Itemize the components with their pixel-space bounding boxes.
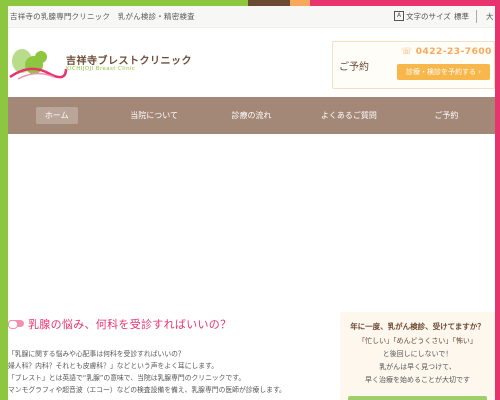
top-bar: 吉祥寺の乳腺専門クリニック 乳がん検診・精密検査 A 文字のサイズ 標準 大 (8, 6, 495, 28)
nav-item-about[interactable]: 当院について (105, 97, 202, 134)
chevron-right-icon: › (478, 68, 482, 76)
site-tagline: 吉祥寺の乳腺専門クリニック 乳がん検診・精密検査 (10, 12, 195, 21)
nav-item-faq[interactable]: よくあるご質問 (300, 97, 397, 134)
font-divider (476, 10, 477, 23)
font-size-label: 文字のサイズ (406, 12, 451, 21)
promo-line: 「忙しい」「めんどうくさい」「怖い」 (358, 337, 477, 345)
nav-item-label: ご予約 (434, 111, 459, 120)
nav-item-label: よくあるご質問 (320, 111, 377, 120)
pill-icon (8, 320, 24, 329)
nav-item-reservation[interactable]: ご予約 (398, 97, 495, 134)
promo-line: と後回しにしないで！ (382, 350, 453, 358)
nav-item-home[interactable]: ホーム (8, 97, 105, 134)
hero-area (8, 134, 495, 284)
reservation-label: ご予約 (339, 62, 369, 73)
brand-name-en: KICHIJOJI Breast Clinic (66, 66, 136, 72)
reservation-box: ご予約 ☏ 0422-23-7600 診療・検診を予約する › (332, 41, 495, 89)
reservation-button-label: 診療・検診を予約する (405, 68, 476, 76)
nav-item-flow[interactable]: 診療の流れ (203, 97, 300, 134)
nav-item-label: 診療の流れ (231, 111, 272, 120)
promo-line: 早く治療を始めることが大切です (365, 376, 470, 384)
main-nav: ホーム 当院について 診療の流れ よくあるご質問 ご予約 (8, 97, 495, 134)
nav-item-label: ホーム (35, 107, 78, 124)
section-heading-text: 乳腺の悩み、何科を受診すればいいの？ (28, 318, 232, 331)
promo-title: 年に一度、乳がん検診、受けてますか？ (350, 322, 485, 331)
checkup-promo-box: 年に一度、乳がん検診、受けてますか？ 「忙しい」「めんどうくさい」「怖い」 と後… (340, 312, 495, 400)
site-header: 吉祥寺ブレストクリニック KICHIJOJI Breast Clinic ご予約… (8, 29, 495, 97)
phone-number[interactable]: ☏ 0422-23-7600 (401, 47, 492, 57)
section-heading: 乳腺の悩み、何科を受診すればいいの？ (8, 316, 231, 332)
main-content: 乳腺の悩み、何科を受診すればいいの？ 「乳腺に関する悩みや心配事は何科を受診すれ… (8, 305, 340, 400)
font-standard-button[interactable]: 標準 (454, 11, 469, 22)
right-accent-bar (495, 0, 500, 400)
paragraph-line: マンモグラフィや超音波（エコー）などの検査設備を備え、乳腺専門の医師が診療します… (8, 386, 286, 394)
paragraph-line: 「ブレスト」とは英語で“乳腺”の意味で、当院は乳腺専門のクリニックです。 (8, 374, 246, 382)
paragraph-line: 「乳腺に関する悩みや心配事は何科を受診すればいいの？ (8, 350, 185, 358)
page: 吉祥寺の乳腺専門クリニック 乳がん検診・精密検査 A 文字のサイズ 標準 大 吉… (0, 0, 500, 400)
font-size-icon: A (394, 11, 404, 21)
nav-item-label: 当院について (130, 111, 178, 120)
promo-line: 乳がんは早く見つけて、 (379, 363, 456, 371)
paragraph-line: 婦人科？内科？それとも皮膚科？」などという声をよく耳にします。 (8, 362, 219, 370)
phone-icon: ☏ (401, 47, 413, 57)
reservation-button[interactable]: 診療・検診を予約する › (397, 64, 490, 80)
phone-text: 0422-23-7600 (415, 47, 492, 57)
logo-squirrel-icon[interactable] (8, 43, 68, 83)
font-large-button[interactable]: 大 (486, 11, 494, 22)
left-accent-bar (0, 0, 8, 400)
promo-button[interactable] (348, 396, 487, 400)
brand-name[interactable]: 吉祥寺ブレストクリニック (66, 52, 192, 67)
